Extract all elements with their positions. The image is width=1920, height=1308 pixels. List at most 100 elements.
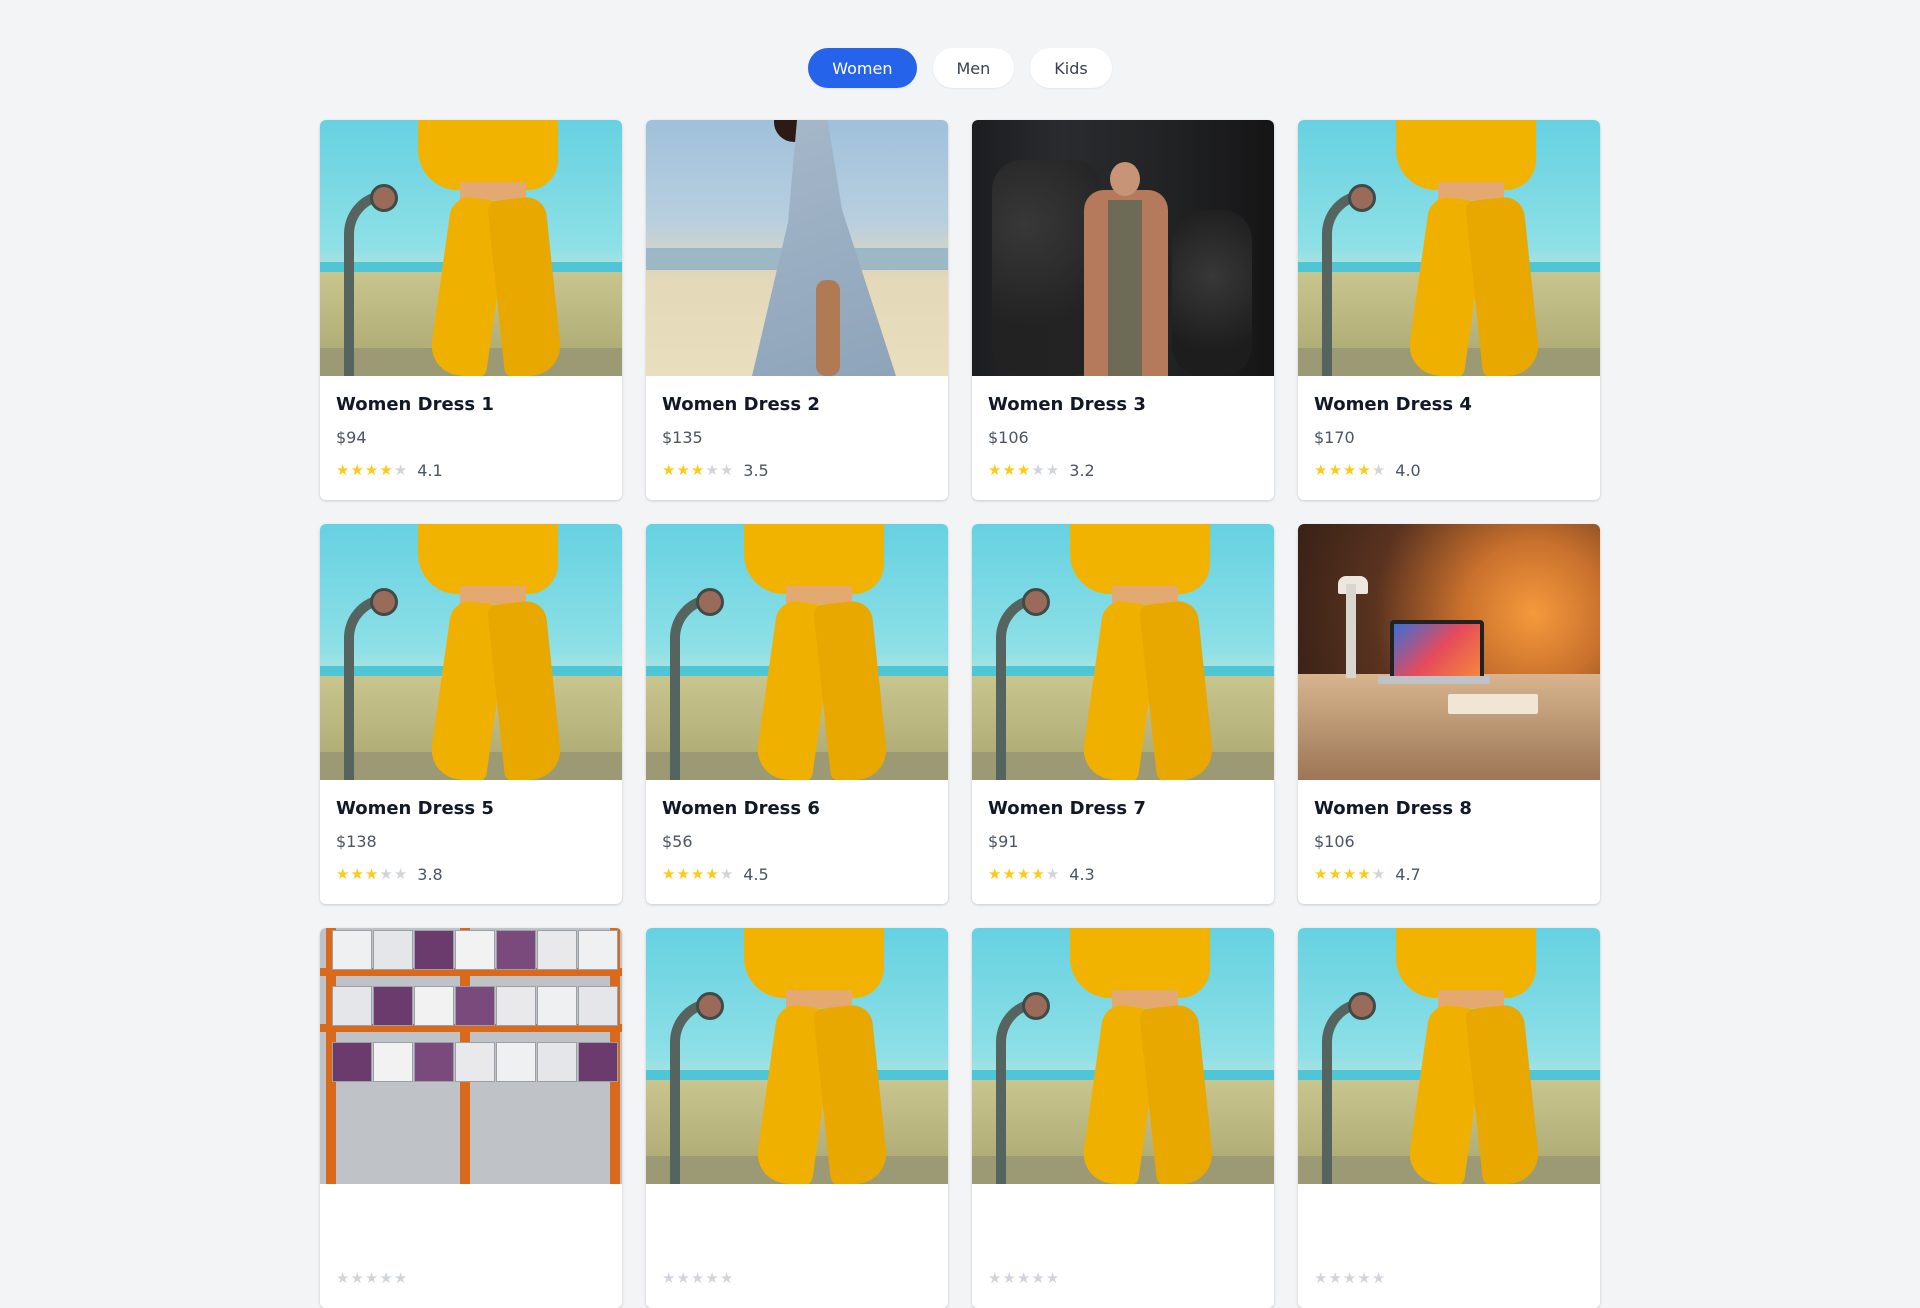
coat-ivy-wall-photo xyxy=(972,120,1274,376)
product-card[interactable]: Women Dress 7 $91 ★ ★ ★ ★ ★ 4.3 xyxy=(972,524,1274,904)
product-card[interactable]: Women Dress 5 $138 ★ ★ ★ ★ ★ 3.8 xyxy=(320,524,622,904)
yellow-tracksuit-photo xyxy=(1298,928,1600,1184)
product-price xyxy=(336,1236,606,1256)
yellow-tracksuit-photo xyxy=(320,120,622,376)
product-price: $138 xyxy=(336,832,377,851)
star-icon: ★ xyxy=(719,865,734,883)
rating-stars: ★ ★ ★ ★ ★ xyxy=(336,1270,407,1286)
star-icon: ★ xyxy=(1016,1269,1031,1287)
star-icon: ★ xyxy=(379,1269,393,1287)
yellow-tracksuit-photo xyxy=(972,524,1274,780)
product-rating: ★ ★ ★ ★ ★ 4.7 xyxy=(1314,864,1584,884)
product-card[interactable]: Women Dress 8 $106 ★ ★ ★ ★ ★ 4.7 xyxy=(1298,524,1600,904)
product-card[interactable]: ★ ★ ★ ★ ★ xyxy=(972,928,1274,1308)
rating-stars: ★ ★ ★ ★ ★ xyxy=(662,1270,733,1286)
star-icon: ★ xyxy=(1016,461,1031,479)
star-icon: ★ xyxy=(393,461,408,479)
rating-stars: ★ ★ ★ ★ ★ xyxy=(1314,1270,1385,1286)
rating-stars: ★ ★ ★ ★ ★ xyxy=(662,866,733,882)
product-rating: ★ ★ ★ ★ ★ 3.8 xyxy=(336,864,606,884)
star-icon: ★ xyxy=(1045,865,1060,883)
star-icon: ★ xyxy=(1002,461,1016,479)
product-name: Women Dress 1 xyxy=(336,394,494,415)
product-info: Women Dress 5 $138 ★ ★ ★ ★ ★ 3.8 xyxy=(320,780,622,884)
rating-value: 4.0 xyxy=(1395,460,1421,480)
star-icon: ★ xyxy=(1357,865,1371,883)
star-icon: ★ xyxy=(1045,1269,1060,1287)
star-icon: ★ xyxy=(1357,461,1371,479)
product-name: Women Dress 4 xyxy=(1314,394,1472,415)
product-name: Women Dress 8 xyxy=(1314,798,1472,819)
product-price: $170 xyxy=(1314,428,1355,447)
tab-women[interactable]: Women xyxy=(808,48,917,88)
product-card[interactable]: ★ ★ ★ ★ ★ xyxy=(646,928,948,1308)
product-card[interactable]: Women Dress 3 $106 ★ ★ ★ ★ ★ 3.2 xyxy=(972,120,1274,500)
star-icon: ★ xyxy=(676,865,690,883)
product-info: Women Dress 6 $56 ★ ★ ★ ★ ★ 4.5 xyxy=(646,780,948,884)
star-icon: ★ xyxy=(364,1269,379,1287)
product-rating: ★ ★ ★ ★ ★ 4.0 xyxy=(1314,460,1584,480)
product-info: Women Dress 7 $91 ★ ★ ★ ★ ★ 4.3 xyxy=(972,780,1274,884)
star-icon: ★ xyxy=(1371,865,1386,883)
product-card[interactable]: Women Dress 4 $170 ★ ★ ★ ★ ★ 4.0 xyxy=(1298,120,1600,500)
product-price: $135 xyxy=(662,428,703,447)
star-icon: ★ xyxy=(1328,865,1342,883)
star-icon: ★ xyxy=(705,461,719,479)
star-icon: ★ xyxy=(379,461,393,479)
product-name xyxy=(336,1202,606,1224)
yellow-tracksuit-photo xyxy=(646,524,948,780)
star-icon: ★ xyxy=(1031,461,1045,479)
product-name xyxy=(988,1202,1258,1224)
rating-stars: ★ ★ ★ ★ ★ xyxy=(336,462,407,478)
category-tabs: Women Men Kids xyxy=(0,48,1920,88)
star-icon: ★ xyxy=(676,461,690,479)
product-card[interactable]: Women Dress 1 $94 ★ ★ ★ ★ ★ 4.1 xyxy=(320,120,622,500)
warehouse-shelves-photo xyxy=(320,928,622,1184)
rating-stars: ★ ★ ★ ★ ★ xyxy=(1314,866,1385,882)
product-info: Women Dress 3 $106 ★ ★ ★ ★ ★ 3.2 xyxy=(972,376,1274,480)
rating-stars: ★ ★ ★ ★ ★ xyxy=(988,1270,1059,1286)
rating-stars: ★ ★ ★ ★ ★ xyxy=(662,462,733,478)
product-rating: ★ ★ ★ ★ ★ 4.1 xyxy=(336,460,606,480)
star-icon: ★ xyxy=(393,1269,408,1287)
star-icon: ★ xyxy=(662,1269,676,1287)
star-icon: ★ xyxy=(719,461,734,479)
product-card[interactable]: Women Dress 6 $56 ★ ★ ★ ★ ★ 4.5 xyxy=(646,524,948,904)
product-price xyxy=(1314,1236,1584,1256)
rating-value: 3.2 xyxy=(1069,460,1095,480)
product-card[interactable]: ★ ★ ★ ★ ★ xyxy=(320,928,622,1308)
rating-value: 4.1 xyxy=(417,460,443,480)
star-icon: ★ xyxy=(1357,1269,1371,1287)
product-price xyxy=(662,1236,932,1256)
product-grid: Women Dress 1 $94 ★ ★ ★ ★ ★ 4.1 Women Dress 2 $13… xyxy=(320,120,1602,1308)
star-icon: ★ xyxy=(1002,865,1016,883)
rating-stars: ★ ★ ★ ★ ★ xyxy=(988,866,1059,882)
product-card[interactable]: Women Dress 2 $135 ★ ★ ★ ★ ★ 3.5 xyxy=(646,120,948,500)
star-icon: ★ xyxy=(705,865,719,883)
product-name: Women Dress 3 xyxy=(988,394,1146,415)
rating-value: 4.7 xyxy=(1395,864,1421,884)
star-icon: ★ xyxy=(1314,865,1328,883)
star-icon: ★ xyxy=(336,461,350,479)
star-icon: ★ xyxy=(676,1269,690,1287)
star-icon: ★ xyxy=(336,1269,350,1287)
star-icon: ★ xyxy=(690,865,705,883)
star-icon: ★ xyxy=(1342,461,1357,479)
product-price xyxy=(988,1236,1258,1256)
yellow-tracksuit-photo xyxy=(1298,120,1600,376)
tab-kids[interactable]: Kids xyxy=(1030,48,1112,88)
product-info: Women Dress 8 $106 ★ ★ ★ ★ ★ 4.7 xyxy=(1298,780,1600,884)
product-info: ★ ★ ★ ★ ★ xyxy=(646,1184,948,1288)
product-rating: ★ ★ ★ ★ ★ 4.3 xyxy=(988,864,1258,884)
star-icon: ★ xyxy=(364,865,379,883)
product-name xyxy=(662,1202,932,1224)
product-info: Women Dress 2 $135 ★ ★ ★ ★ ★ 3.5 xyxy=(646,376,948,480)
product-card[interactable]: ★ ★ ★ ★ ★ xyxy=(1298,928,1600,1308)
product-name: Women Dress 2 xyxy=(662,394,820,415)
product-rating: ★ ★ ★ ★ ★ xyxy=(662,1268,932,1288)
star-icon: ★ xyxy=(1371,461,1386,479)
star-icon: ★ xyxy=(364,461,379,479)
star-icon: ★ xyxy=(690,1269,705,1287)
rating-value: 4.5 xyxy=(743,864,769,884)
tab-men[interactable]: Men xyxy=(932,48,1015,88)
